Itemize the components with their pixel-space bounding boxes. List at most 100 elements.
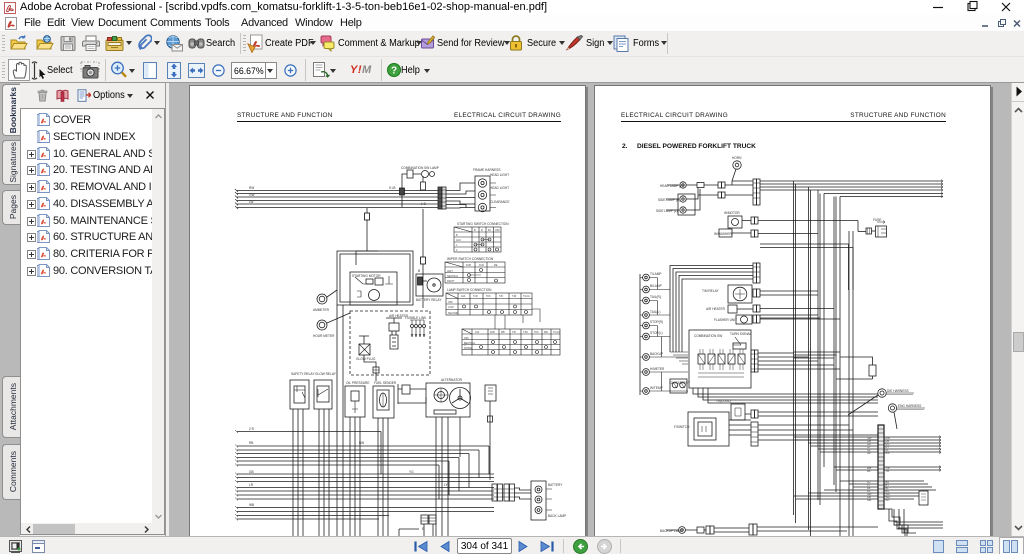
svg-text:T/LCA: T/LCA — [523, 295, 530, 298]
svg-text:R: R — [481, 229, 483, 232]
svg-text:GLOW PLUG: GLOW PLUG — [356, 357, 376, 361]
svg-text:T/B: T/B — [512, 331, 516, 334]
svg-text:W/WASHER: W/WASHER — [714, 232, 732, 236]
svg-text:NEUTRAL: NEUTRAL — [447, 275, 459, 278]
svg-text:12V BATTERY: 12V BATTERY — [669, 381, 691, 385]
svg-text:BACKUP: BACKUP — [650, 352, 663, 356]
svg-text:TJR: TJR — [512, 295, 517, 298]
svg-text:2.: 2. — [622, 143, 628, 150]
svg-text:WB: WB — [249, 503, 254, 507]
svg-text:T/LCA: T/LCA — [553, 331, 560, 334]
svg-text:4CB: 4CB — [490, 331, 495, 334]
svg-text:MB: MB — [501, 331, 505, 334]
svg-text:STOP(R): STOP(R) — [650, 320, 663, 324]
svg-text:2 R: 2 R — [249, 427, 255, 431]
svg-text:STARTING MOTOR: STARTING MOTOR — [352, 274, 381, 278]
svg-text:ALTERNATOR: ALTERNATOR — [441, 378, 463, 382]
svg-text:B: B — [456, 234, 458, 237]
svg-text:TURN SIGNAL: TURN SIGNAL — [730, 332, 752, 336]
svg-text:Th(COOL): Th(COOL) — [716, 399, 731, 403]
svg-text:BACK LAMP: BACK LAMP — [548, 514, 566, 518]
svg-text:OFF: OFF — [464, 337, 469, 340]
svg-text:RE: RE — [494, 264, 498, 267]
svg-text:TKK: TKK — [534, 331, 539, 334]
svg-text:5 LB: 5 LB — [389, 186, 396, 190]
svg-text:ELECTRICAL CIRCUIT DRAWING: ELECTRICAL CIRCUIT DRAWING — [621, 112, 728, 119]
svg-text:DOWN: DOWN — [464, 347, 472, 350]
svg-text:4CR: 4CR — [479, 264, 484, 267]
svg-text:FUSE: FUSE — [873, 218, 882, 222]
svg-text:LEFT: LEFT — [447, 270, 453, 273]
svg-text:STARTING SWITCH CONNECTION: STARTING SWITCH CONNECTION — [457, 222, 509, 226]
svg-text:SECOND: SECOND — [448, 312, 459, 315]
svg-text:HORN: HORN — [732, 156, 742, 160]
svg-text:SIDE LAMP (R): SIDE LAMP (R) — [658, 198, 680, 202]
svg-text:B: B — [418, 269, 420, 273]
svg-text:10A: 10A — [475, 331, 480, 334]
svg-text:B: B — [474, 229, 476, 232]
svg-text:W/MOTOR: W/MOTOR — [724, 211, 740, 215]
svg-text:1: 1 — [456, 244, 458, 247]
svg-text:OFF: OFF — [448, 301, 453, 304]
svg-text:GLOW RELAY: GLOW RELAY — [315, 372, 337, 376]
svg-text:LW: LW — [867, 451, 871, 455]
svg-text:HEAD LIGHT: HEAD LIGHT — [490, 173, 509, 177]
svg-text:T/M RELAY: T/M RELAY — [702, 289, 719, 293]
svg-text:LOW: LOW — [448, 306, 454, 309]
svg-text:E: E — [422, 527, 424, 531]
svg-text:DIE HARNESS: DIE HARNESS — [887, 389, 909, 393]
svg-text:RW: RW — [249, 186, 254, 190]
svg-text:HEAD LAMP (R): HEAD LAMP (R) — [660, 184, 684, 188]
svg-text:LAMP SWITCH CONNECTION: LAMP SWITCH CONNECTION — [447, 288, 492, 292]
svg-text:WL: WL — [867, 469, 871, 473]
svg-text:BACKUP LAMP: BACKUP LAMP — [660, 529, 683, 533]
svg-text:T/B: T/B — [499, 295, 503, 298]
svg-text:YG: YG — [409, 470, 414, 474]
svg-text:10A: 10A — [461, 295, 466, 298]
svg-text:ACC: ACC — [456, 239, 461, 242]
svg-text:TAIL(L): TAIL(L) — [650, 310, 660, 314]
svg-text:FUSIBLE LINK: FUSIBLE LINK — [405, 316, 427, 320]
svg-text:ENG HARNESS: ENG HARNESS — [898, 404, 921, 408]
svg-text:DIESEL POWERED FORKLIFT TRUCK: DIESEL POWERED FORKLIFT TRUCK — [637, 143, 756, 150]
svg-text:B1: B1 — [488, 229, 492, 232]
svg-text:T/LAMP: T/LAMP — [650, 272, 662, 276]
svg-text:FUEL SENDER: FUEL SENDER — [374, 381, 397, 385]
svg-text:BW: BW — [359, 441, 364, 445]
svg-text:T/JK: T/JK — [473, 295, 478, 298]
svg-text:STRUCTURE AND FUNCTION: STRUCTURE AND FUNCTION — [237, 112, 333, 119]
svg-text:SIDE LAMP (L): SIDE LAMP (L) — [656, 209, 678, 213]
svg-text:BW: BW — [886, 451, 891, 455]
svg-text:WY: WY — [886, 498, 890, 502]
svg-text:STRUCTURE AND FUNCTION: STRUCTURE AND FUNCTION — [850, 112, 946, 119]
svg-text:2: 2 — [456, 249, 458, 252]
svg-text:WIPER SWITCH CONNECTION: WIPER SWITCH CONNECTION — [447, 257, 494, 261]
svg-text:FLASHER UNIT: FLASHER UNIT — [714, 318, 737, 322]
svg-text:L.H: L.H — [465, 342, 467, 346]
svg-text:GB: GB — [249, 470, 254, 474]
svg-text:AIR HEATER: AIR HEATER — [706, 307, 726, 311]
svg-text:YB: YB — [886, 469, 890, 473]
svg-text:GW: GW — [249, 193, 255, 197]
svg-text:OIL PRESSURE: OIL PRESSURE — [346, 381, 369, 385]
svg-text:CLEARANCE: CLEARANCE — [490, 200, 510, 204]
svg-text:RW: RW — [867, 498, 872, 502]
svg-text:STOP(L): STOP(L) — [650, 331, 663, 335]
svg-text:RIGHT: RIGHT — [447, 280, 455, 283]
svg-text:H/METER: H/METER — [650, 367, 665, 371]
svg-text:LR: LR — [249, 483, 254, 487]
svg-text:TKK: TKK — [486, 295, 491, 298]
svg-text:FRAME HARNESS: FRAME HARNESS — [473, 168, 500, 172]
svg-text:MR: MR — [544, 331, 548, 334]
svg-text:F/SWITCH: F/SWITCH — [674, 425, 690, 429]
svg-text:HOUR METER: HOUR METER — [313, 334, 335, 338]
svg-text:AMMETER: AMMETER — [313, 308, 330, 312]
svg-text:HEAD LIGHT: HEAD LIGHT — [490, 186, 509, 190]
svg-text:TJM: TJM — [523, 331, 528, 334]
svg-text:BATTERY: BATTERY — [548, 483, 563, 487]
svg-text:ELECTRICAL CIRCUIT DRAWING: ELECTRICAL CIRCUIT DRAWING — [454, 112, 561, 119]
svg-text:RB: RB — [249, 441, 253, 445]
svg-text:W/TEMP: W/TEMP — [650, 386, 663, 390]
svg-text:?: ? — [391, 66, 397, 77]
svg-text:COMBINATION SW: COMBINATION SW — [694, 334, 722, 338]
